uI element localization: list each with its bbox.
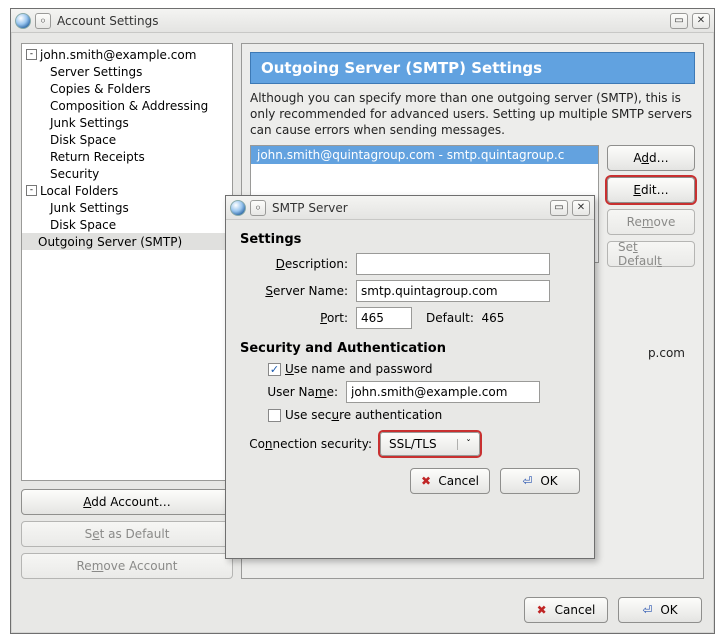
remove-account-button: Remove Account <box>21 553 233 579</box>
smtp-add-button[interactable]: Add… <box>607 145 695 171</box>
app-icon <box>15 13 31 29</box>
tree-item[interactable]: Junk Settings <box>22 114 232 131</box>
add-account-button[interactable]: Add Account… <box>21 489 233 515</box>
smtp-remove-button: Remove <box>607 209 695 235</box>
pin-icon[interactable]: ◦ <box>35 13 51 29</box>
username-input[interactable] <box>346 381 540 403</box>
tree-item[interactable]: Return Receipts <box>22 148 232 165</box>
default-port-label: Default: 465 <box>426 311 504 325</box>
window-title: Account Settings <box>55 14 666 28</box>
sidebar: - john.smith@example.com Server Settings… <box>21 43 233 579</box>
account-tree[interactable]: - john.smith@example.com Server Settings… <box>21 43 233 481</box>
secure-auth-checkbox[interactable] <box>268 409 281 422</box>
tree-item[interactable]: Security <box>22 165 232 182</box>
secure-auth-label: Use secure authentication <box>285 408 442 422</box>
tree-account1[interactable]: - john.smith@example.com <box>22 46 232 63</box>
smtp-edit-button[interactable]: Edit… <box>607 177 695 203</box>
titlebar[interactable]: ◦ Account Settings ▭ ✕ <box>11 9 714 33</box>
description-label: Description: <box>240 257 356 271</box>
username-label: User Name: <box>240 385 346 399</box>
settings-heading: Settings <box>240 232 580 247</box>
ok-icon: ⏎ <box>522 474 536 488</box>
tree-label: john.smith@example.com <box>40 48 196 62</box>
set-default-account-button: Set as Default <box>21 521 233 547</box>
content-description: Although you can specify more than one o… <box>250 90 695 139</box>
tree-item[interactable]: Copies & Folders <box>22 80 232 97</box>
dialog-title: SMTP Server <box>270 201 546 215</box>
dialog-ok-button[interactable]: ⏎ OK <box>500 468 580 494</box>
use-namepass-checkbox[interactable]: ✓ <box>268 363 281 376</box>
collapse-icon[interactable]: - <box>26 185 37 196</box>
main-cancel-button[interactable]: ✖ Cancel <box>524 597 608 623</box>
description-input[interactable] <box>356 253 550 275</box>
tree-label: Local Folders <box>40 184 118 198</box>
use-namepass-label: Use name and password <box>285 362 432 376</box>
close-icon[interactable]: ✕ <box>692 13 710 29</box>
close-icon[interactable]: ✕ <box>572 200 590 216</box>
tree-item[interactable]: Disk Space <box>22 131 232 148</box>
app-icon <box>230 200 246 216</box>
tree-label: Outgoing Server (SMTP) <box>38 235 182 249</box>
tree-account2[interactable]: - Local Folders <box>22 182 232 199</box>
conn-security-combo[interactable]: SSL/TLS ˇ <box>380 432 480 456</box>
smtp-list-row[interactable]: john.smith@quintagroup.com - smtp.quinta… <box>251 146 598 164</box>
tree-item[interactable]: Junk Settings <box>22 199 232 216</box>
server-name-label: Server Name: <box>240 284 356 298</box>
port-label: Port: <box>240 311 356 325</box>
main-ok-button[interactable]: ⏎ OK <box>618 597 702 623</box>
ok-icon: ⏎ <box>642 603 656 617</box>
pin-icon[interactable]: ◦ <box>250 200 266 216</box>
security-heading: Security and Authentication <box>240 341 580 356</box>
cancel-icon: ✖ <box>537 603 551 617</box>
port-input[interactable] <box>356 307 412 329</box>
tree-item[interactable]: Composition & Addressing <box>22 97 232 114</box>
smtp-set-default-button: Set Default <box>607 241 695 267</box>
smtp-server-dialog: ◦ SMTP Server ▭ ✕ Settings Description: … <box>225 195 595 559</box>
conn-security-label: Connection security: <box>240 437 380 451</box>
cancel-icon: ✖ <box>421 474 434 488</box>
collapse-icon[interactable]: - <box>26 49 37 60</box>
content-header: Outgoing Server (SMTP) Settings <box>250 52 695 84</box>
tree-item[interactable]: Disk Space <box>22 216 232 233</box>
tree-smtp[interactable]: Outgoing Server (SMTP) <box>22 233 232 250</box>
maximize-icon[interactable]: ▭ <box>550 200 568 216</box>
server-name-input[interactable] <box>356 280 550 302</box>
tree-item[interactable]: Server Settings <box>22 63 232 80</box>
dialog-cancel-button[interactable]: ✖ Cancel <box>410 468 490 494</box>
detail-fragment: p.com <box>648 346 685 360</box>
maximize-icon[interactable]: ▭ <box>670 13 688 29</box>
dialog-titlebar[interactable]: ◦ SMTP Server ▭ ✕ <box>226 196 594 220</box>
chevron-down-icon[interactable]: ˇ <box>457 439 479 450</box>
